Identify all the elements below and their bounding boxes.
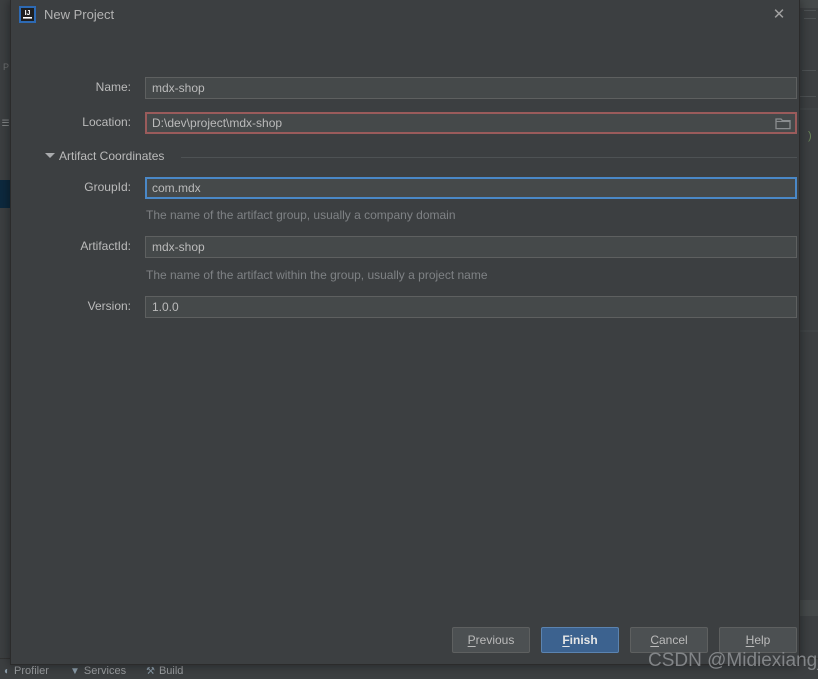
field-row-location: Location:	[11, 112, 801, 134]
toolwindow-tab-services[interactable]: ▼ Services	[70, 665, 126, 677]
editor-divider	[800, 330, 818, 332]
editor-divider	[800, 108, 818, 110]
toolwindow-tab-label: Build	[159, 665, 183, 677]
toolwindow-tab-label: Profiler	[14, 665, 49, 677]
cancel-button-label: ancel	[659, 633, 688, 647]
help-button-label: elp	[754, 633, 770, 647]
dialog-body: Name: Location: Artifact Coordinates Gro…	[11, 30, 799, 625]
close-icon[interactable]: ✕	[769, 5, 789, 25]
field-row-version: Version:	[11, 296, 801, 318]
previous-button-mnemonic: P	[468, 633, 476, 647]
editor-line-marker	[800, 96, 816, 97]
folder-icon[interactable]	[774, 115, 792, 131]
editor-top-block	[800, 0, 818, 8]
toolwindow-tab-label: Services	[84, 665, 126, 677]
name-label: Name:	[31, 80, 131, 94]
build-icon: ⚒	[146, 666, 155, 677]
profiler-icon: ◐	[4, 666, 10, 677]
csdn-watermark: CSDN @Midiexiang_	[648, 650, 818, 672]
finish-button-mnemonic: F	[562, 633, 569, 647]
field-row-artifactid: ArtifactId:	[11, 236, 801, 258]
editor-line-marker	[804, 10, 816, 11]
editor-line-marker	[802, 70, 816, 71]
finish-button-label: inish	[570, 633, 598, 647]
collapse-icon[interactable]: ☰	[1, 120, 10, 134]
code-bracket-marker: )	[808, 130, 815, 143]
svg-text:IJ: IJ	[25, 10, 31, 17]
ide-right-strip: )	[799, 0, 818, 679]
field-row-groupid: GroupId:	[11, 177, 801, 199]
dialog-titlebar[interactable]: IJ New Project ✕	[11, 0, 799, 30]
toolwindow-tab-build[interactable]: ⚒ Build	[146, 665, 183, 677]
editor-bottom-block	[800, 600, 818, 616]
version-label: Version:	[31, 299, 131, 313]
groupid-label: GroupId:	[31, 180, 131, 194]
cancel-button-mnemonic: C	[650, 633, 659, 647]
field-row-name: Name:	[11, 77, 801, 99]
finish-button[interactable]: Finish	[541, 627, 619, 653]
section-divider	[181, 157, 797, 158]
artifactid-hint: The name of the artifact within the grou…	[146, 268, 488, 282]
location-label: Location:	[31, 115, 131, 129]
name-input[interactable]	[145, 77, 797, 99]
artifactid-label: ArtifactId:	[31, 239, 131, 253]
artifactid-input[interactable]	[145, 236, 797, 258]
location-input[interactable]	[145, 112, 797, 134]
previous-button[interactable]: Previous	[452, 627, 530, 653]
new-project-dialog: IJ New Project ✕ Name: Location:	[10, 0, 800, 665]
chevron-down-icon[interactable]	[45, 153, 55, 158]
artifact-coordinates-title: Artifact Coordinates	[59, 149, 164, 163]
artifact-coordinates-section-header[interactable]: Artifact Coordinates	[45, 149, 797, 165]
editor-line-marker	[804, 18, 816, 19]
groupid-input[interactable]	[145, 177, 797, 199]
toolwindow-tab-profiler[interactable]: ◐ Profiler	[4, 665, 49, 677]
groupid-hint: The name of the artifact group, usually …	[146, 208, 456, 222]
version-input[interactable]	[145, 296, 797, 318]
dialog-title: New Project	[44, 7, 114, 22]
previous-button-label: revious	[476, 633, 515, 647]
services-icon: ▼	[70, 666, 80, 677]
intellij-idea-icon: IJ	[19, 6, 36, 23]
